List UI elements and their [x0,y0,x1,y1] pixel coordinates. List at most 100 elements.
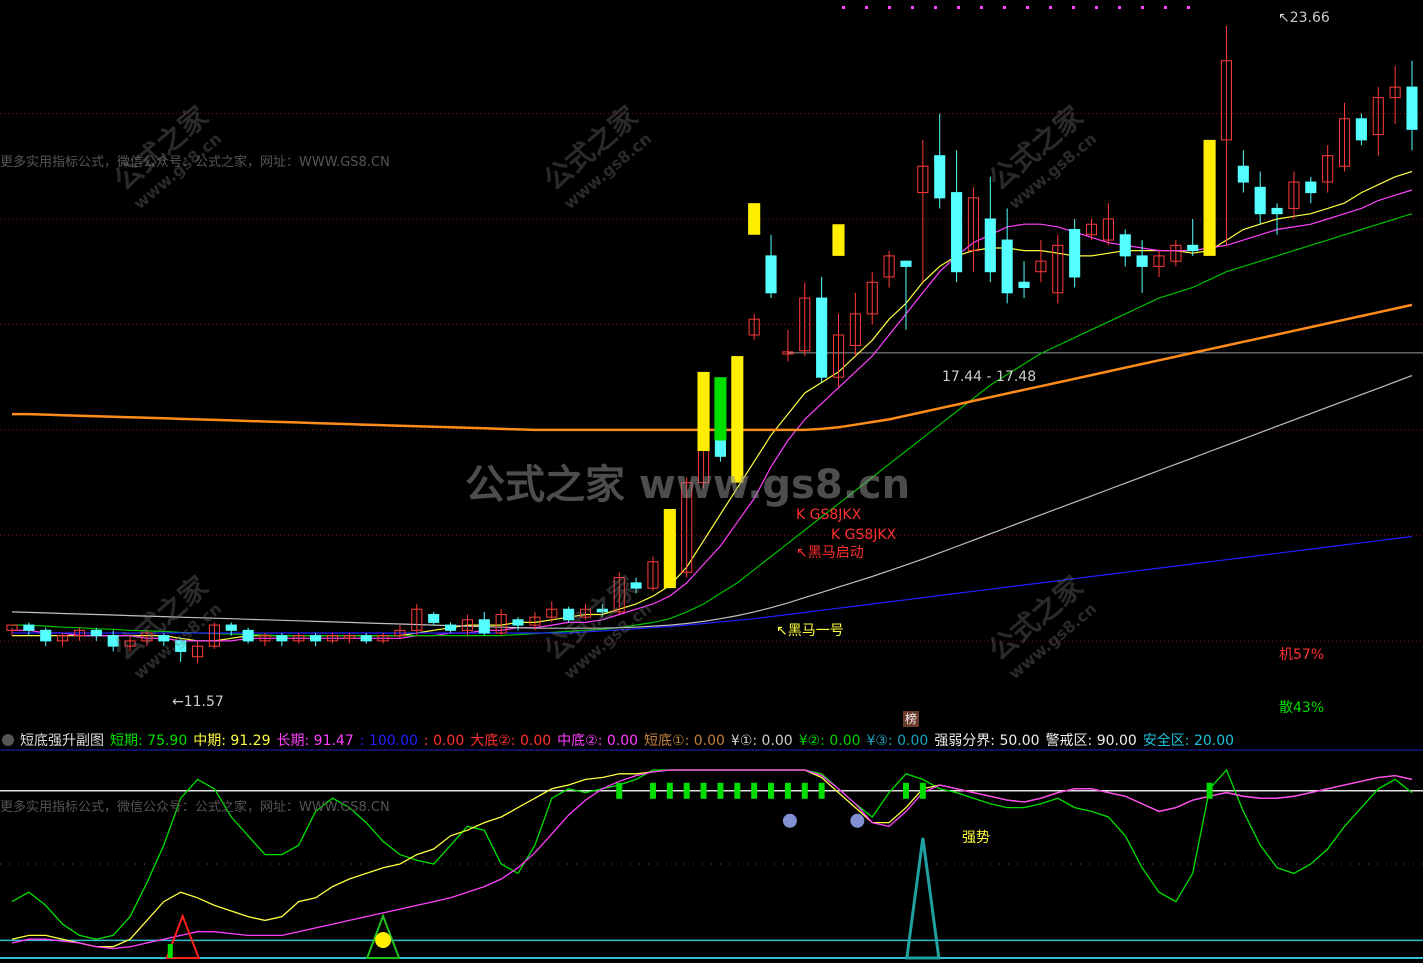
promo-text-sub: 更多实用指标公式，微信公众号：公式之家，网址：WWW.GS8.CN [0,800,390,815]
signal-bar [663,509,676,589]
top-marker-dot [911,6,914,9]
indicator-upper: : 100.00 [359,733,418,749]
indicator-zhongdi: 中底②: 0.00 [557,733,639,749]
strength-marker [666,782,673,799]
candle-body [428,614,440,623]
top-marker-dot [957,6,960,9]
smile-face-icon [375,932,392,948]
signal-bar [697,371,710,452]
strength-marker [734,782,741,799]
signal-label-1: K GS8JKX [796,507,862,523]
top-marker-dot [1049,6,1052,9]
top-marker-dot [865,6,868,9]
candle-body [1119,234,1131,257]
oscillator-chart [0,749,1423,960]
candle-body [1355,118,1367,141]
strength-marker [700,782,707,799]
indicator-anquan: 安全区: 20.00 [1142,733,1235,749]
strength-marker [902,782,909,799]
signal-bar [832,224,845,256]
candle-body [23,624,35,631]
strong-label: 强势 [962,830,990,846]
candle-body [276,635,288,642]
candle-body [951,192,963,273]
indicator-title[interactable]: 短底强升副图 [20,733,104,749]
top-marker-dot [980,6,983,9]
indicator-toggle-icon[interactable] [2,734,14,746]
candle-body [1018,281,1030,289]
candle-body [816,297,828,378]
strength-marker [649,782,656,799]
strength-marker [1206,782,1213,799]
top-marker-dot [1095,6,1098,9]
strength-marker [768,782,775,799]
sad-face-icon [782,813,797,828]
bang-badge[interactable]: 榜 [903,711,919,727]
strength-marker [751,782,758,799]
top-marker-dot [1072,6,1075,9]
indicator-y1: ¥①: 0.00 [730,733,793,749]
strength-marker [919,782,926,799]
top-marker-dot [1118,6,1121,9]
signal-label-4: ↖黑马一号 [776,623,844,639]
candle-body [1237,165,1249,183]
indicator-jingjie: 警戒区: 90.00 [1045,733,1137,749]
signal-bar [714,377,727,441]
indicator-zero: : 0.00 [423,733,465,749]
candle-body [360,635,372,642]
candle-body [444,624,457,631]
ratio-ji-label: 机57% [1279,647,1325,663]
ma-line-5 [12,303,1413,432]
indicator-short: 短期: 75.90 [110,733,188,749]
top-marker-dot [1003,6,1006,9]
strength-marker [683,782,690,799]
candle-body [1187,244,1199,252]
candle-body [310,635,322,642]
candle-body [1069,229,1081,278]
candle-body [242,629,254,642]
candle-body [40,629,52,642]
indicator-long: 长期: 91.47 [276,733,354,749]
top-marker-dot [842,6,845,9]
strength-marker [784,782,791,799]
low-price-label: ←11.57 [172,694,224,710]
ma-line-1 [12,189,1413,642]
indicator-dadi: 大底②: 0.00 [470,733,552,749]
strength-marker [717,782,724,799]
signal-bar [748,203,761,235]
watermark-center: 公式之家 www.gs8.cn [465,462,911,508]
bottom-signal-bar [167,944,173,958]
sad-face-icon [850,813,865,828]
candle-body [1136,255,1148,267]
top-marker-dot [934,6,937,9]
indicator-header: 短底强升副图 短期: 75.90 中期: 91.29 长期: 91.47 : 100.0… [0,731,1423,751]
indicator-duandi: 短底①: 0.00 [644,733,725,749]
ma-line-0 [12,170,1413,642]
candle-body [90,629,102,637]
indicator-y2: ¥②: 0.00 [798,733,861,749]
top-marker-dot [1187,6,1190,9]
range-price-label: 17.44 - 17.48 [942,369,1037,385]
top-marker-dot [888,6,891,9]
candle-body [1305,181,1317,194]
candle-body [765,255,777,294]
indicator-qiangruo: 强弱分界: 50.00 [934,733,1040,749]
strength-marker [616,782,623,799]
candle-body [1406,86,1418,130]
ma-line-2 [12,213,1413,637]
top-marker-dot [1141,6,1144,9]
candle-body [478,619,490,634]
candle-body [900,260,912,267]
strength-marker [801,782,808,799]
signal-label-3: ↖黑马启动 [796,545,864,561]
candle-body [512,619,524,626]
candle-body [1271,207,1283,215]
signal-label-2: K GS8JKX [831,527,897,543]
candle-body [984,218,996,273]
strength-marker [818,782,825,799]
indicator-mid: 中期: 91.29 [193,733,271,749]
candle-body [225,624,237,631]
top-marker-dot [1164,6,1167,9]
top-marker-dot [1026,6,1029,9]
candle-body [1001,239,1013,294]
